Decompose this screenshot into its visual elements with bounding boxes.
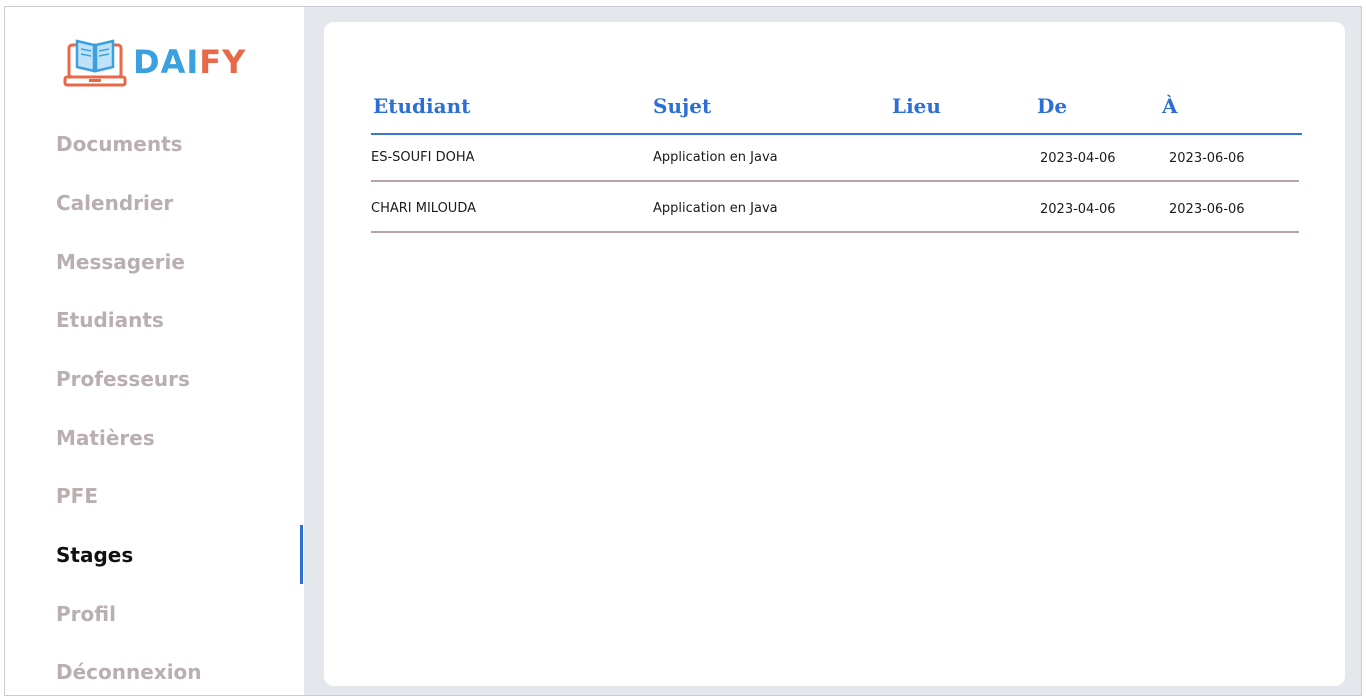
- nav-item-profil[interactable]: Profil: [56, 599, 116, 629]
- nav-item-etudiants[interactable]: Etudiants: [56, 305, 164, 335]
- cell-etudiant: CHARI MILOUDA: [371, 201, 476, 216]
- nav-item-messagerie[interactable]: Messagerie: [56, 247, 185, 277]
- column-header-a: À: [1162, 94, 1178, 118]
- nav-item-deconnexion[interactable]: Déconnexion: [56, 657, 202, 687]
- brand-name-part2: FY: [199, 43, 247, 81]
- nav-item-professeurs[interactable]: Professeurs: [56, 364, 190, 394]
- table-header-divider: [371, 133, 1302, 135]
- column-header-de: De: [1037, 94, 1068, 118]
- nav-item-calendrier[interactable]: Calendrier: [56, 188, 173, 218]
- cell-a: 2023-06-06: [1169, 202, 1245, 217]
- brand-name: DAIFY: [133, 46, 246, 78]
- cell-de: 2023-04-06: [1040, 151, 1116, 166]
- row-divider: [371, 180, 1299, 182]
- nav-item-matieres[interactable]: Matières: [56, 423, 155, 453]
- brand-name-part1: DAI: [133, 43, 200, 81]
- column-header-lieu: Lieu: [892, 94, 941, 118]
- column-header-etudiant: Etudiant: [373, 94, 471, 118]
- brand-logo[interactable]: DAIFY: [63, 33, 246, 91]
- sidebar: DAIFY Documents Calendrier Messagerie Et…: [5, 7, 304, 695]
- active-nav-indicator: [300, 525, 303, 584]
- cell-de: 2023-04-06: [1040, 202, 1116, 217]
- nav-item-documents[interactable]: Documents: [56, 129, 183, 159]
- book-laptop-icon: [63, 39, 127, 87]
- cell-sujet: Application en Java: [653, 201, 778, 216]
- nav-item-pfe[interactable]: PFE: [56, 481, 98, 511]
- app-frame: DAIFY Documents Calendrier Messagerie Et…: [4, 6, 1362, 696]
- nav-item-stages[interactable]: Stages: [56, 540, 133, 570]
- stages-table-card: Etudiant Sujet Lieu De À ES-SOUFI DOHA A…: [324, 22, 1345, 686]
- cell-etudiant: ES-SOUFI DOHA: [371, 150, 475, 165]
- cell-sujet: Application en Java: [653, 150, 778, 165]
- column-header-sujet: Sujet: [653, 94, 712, 118]
- cell-a: 2023-06-06: [1169, 151, 1245, 166]
- row-divider: [371, 231, 1299, 233]
